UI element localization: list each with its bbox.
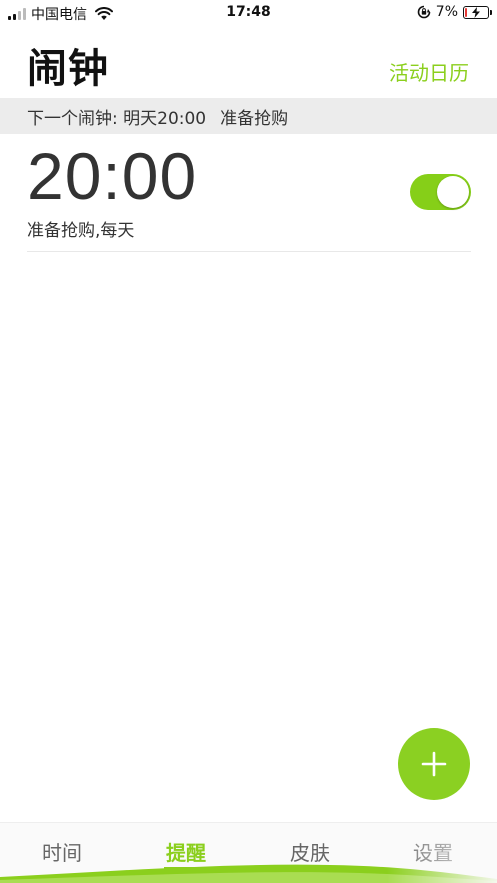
- next-alarm-time: 下一个闹钟: 明天20:00: [27, 108, 207, 129]
- next-alarm-label: 准备抢购: [220, 108, 289, 129]
- add-alarm-button[interactable]: [398, 728, 470, 800]
- toggle-knob: [437, 176, 469, 208]
- tab-bar: 时间 提醒 皮肤 设置: [0, 822, 497, 883]
- battery-level: [465, 7, 467, 17]
- charging-bolt-icon: [472, 6, 480, 18]
- rotation-lock-icon: [417, 5, 431, 19]
- alarm-toggle[interactable]: [410, 174, 471, 210]
- alarm-time: 20:00: [27, 139, 198, 213]
- page-title: 闹钟: [27, 46, 109, 92]
- status-bar: 中国电信 17:48 7%: [0, 0, 497, 26]
- next-alarm-banner: 下一个闹钟: 明天20:00 准备抢购: [0, 98, 497, 134]
- plus-icon: [421, 751, 447, 777]
- battery-icon: [463, 5, 492, 19]
- screen: 中国电信 17:48 7% 闹钟 活动日历 下一个闹钟: 明天20:00 准备抢…: [0, 0, 497, 883]
- alarm-item[interactable]: 20:00 准备抢购,每天: [27, 134, 471, 252]
- alarm-subtitle: 准备抢购,每天: [27, 221, 135, 241]
- tab-bar-fade: [387, 823, 497, 883]
- activity-calendar-link[interactable]: 活动日历: [389, 57, 469, 86]
- status-right: 7%: [417, 4, 492, 20]
- battery-percent: 7%: [435, 4, 458, 20]
